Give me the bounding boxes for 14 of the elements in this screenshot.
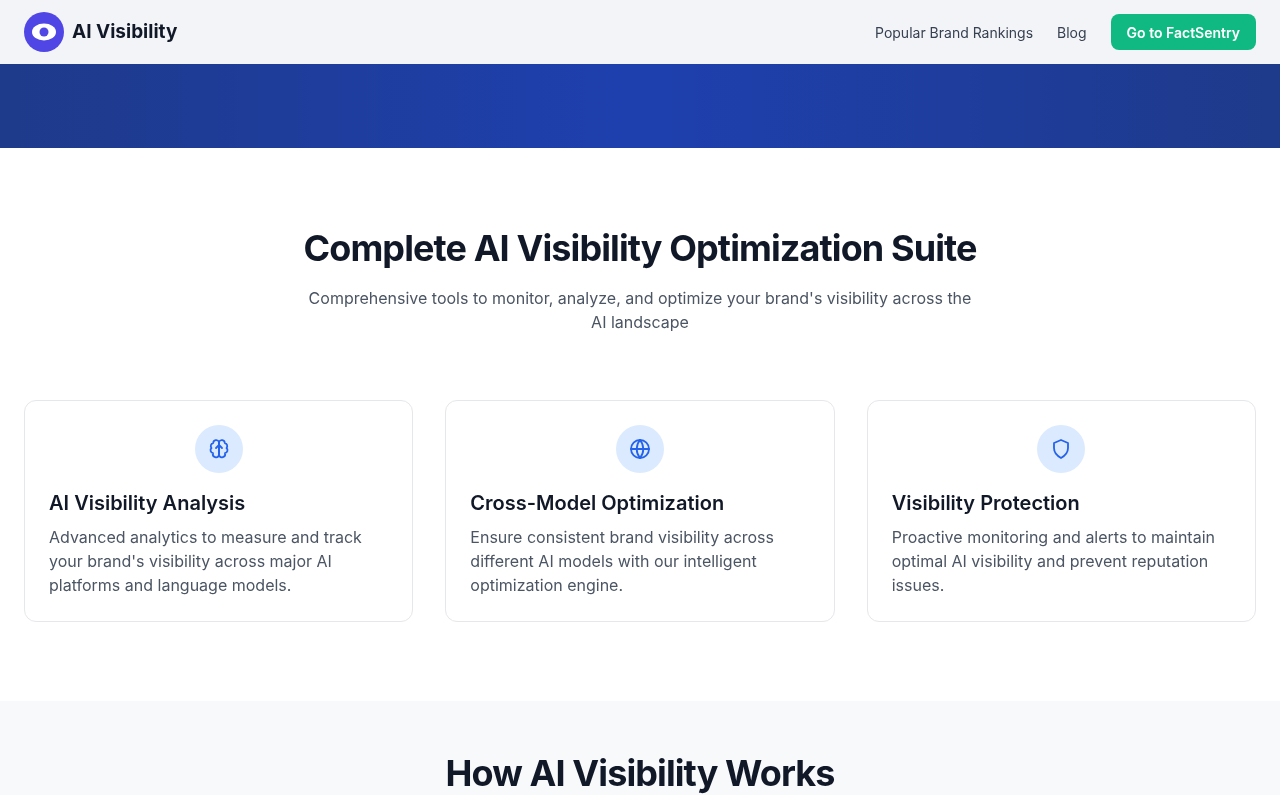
nav-link[interactable]: Popular Brand Rankings [875,21,1034,43]
globe-icon [628,437,652,461]
eye-logo-icon [24,12,64,52]
section-subtitle: Comprehensive tools to monitor, analyze, and optimize your brand's visibility across the AI landscape [307,287,973,334]
card-description: Proactive monitoring and alerts to maintain optimal AI visibility and prevent reputation issues. [891,526,1216,597]
section-heading: How AI Visibility Works [445,751,835,795]
card-title: Cross-Model Optimization [470,490,726,517]
card-title: AI Visibility Analysis [49,490,247,517]
card-title: Visibility Protection [891,490,1081,517]
card-description: Advanced analytics to measure and track your brand's visibility across major AI platforms and language models. [49,526,363,597]
nav-link[interactable]: Blog [1057,21,1087,43]
logo-text: AI Visibility [72,18,178,45]
section-heading: Complete AI Visibility Optimization Suite [303,226,977,270]
card-description: Ensure consistent brand visibility across different AI models with our intelligent optimization engine. [470,526,775,597]
